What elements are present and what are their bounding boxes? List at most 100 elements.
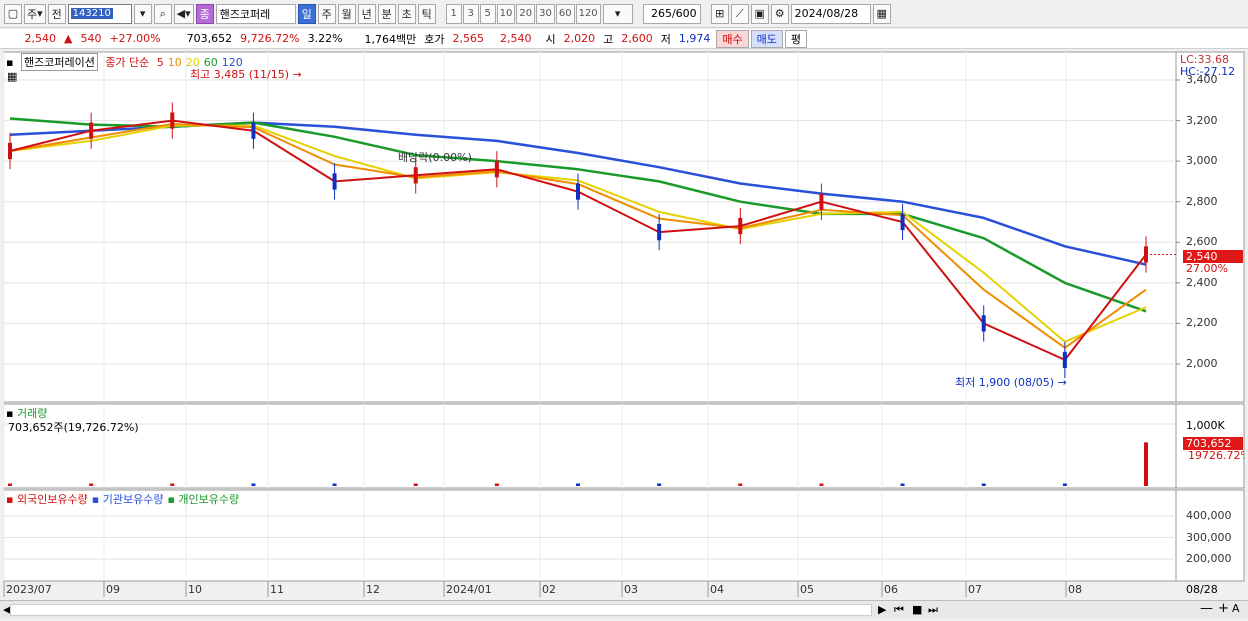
period-tab-1[interactable]: 주: [317, 3, 336, 24]
zoom-in-icon[interactable]: +: [1218, 601, 1229, 616]
calendar-icon[interactable]: ▦: [872, 3, 891, 24]
bid-price: 2,540: [500, 32, 532, 45]
volume-bar-10: [819, 483, 824, 486]
chart-scrollbar[interactable]: ◀ ▶ ⏮ ■ ⏭ — + A: [0, 600, 1248, 618]
price-tick-label-7: 2,000: [1186, 357, 1218, 370]
play-forward-icon[interactable]: ⏭: [928, 603, 938, 617]
volume-bar-4: [332, 483, 337, 486]
x-label-7: 03: [624, 583, 638, 596]
dividend-annotation: 배당락(0.00%): [398, 151, 472, 164]
price-tick-label-1: 3,200: [1186, 113, 1218, 127]
panel-menu-icon[interactable]: ▪: [6, 56, 13, 69]
period-tab-2[interactable]: 월: [337, 3, 356, 24]
stock-code-input[interactable]: 143210: [67, 3, 132, 24]
play-rewind-icon[interactable]: ⏮: [894, 603, 904, 617]
period-tab-4[interactable]: 분: [377, 3, 396, 24]
auto-scale-icon[interactable]: A: [1232, 602, 1240, 615]
stop-icon[interactable]: ■: [912, 603, 922, 616]
price-tick-label-4: 2,600: [1186, 235, 1218, 249]
count-field[interactable]: 265/600: [642, 3, 701, 24]
change-percent: +27.00%: [109, 32, 161, 45]
period-tab-6[interactable]: 틱: [417, 3, 436, 24]
minute-option-60[interactable]: 60: [555, 3, 575, 24]
stock-code-value: 143210: [70, 8, 113, 19]
volume-pct-tag: 19726.72%: [1188, 449, 1244, 462]
prev-button[interactable]: 전: [47, 3, 66, 24]
draw-line-icon[interactable]: ⟋: [730, 3, 749, 24]
group-badge[interactable]: 종: [195, 3, 214, 24]
date-field[interactable]: 2024/08/28: [790, 3, 871, 24]
candle-body-6: [494, 161, 499, 178]
eval-button[interactable]: 평: [784, 29, 808, 48]
chart-toolbar: ▢ 주 ▾ 전 143210 ▾ ⌕ ◀▾ 종 핸즈코퍼레 일주월년분초틱 135…: [0, 0, 1248, 28]
candle-body-9: [738, 217, 743, 235]
ma-period-5: 5: [156, 56, 164, 69]
chart-svg[interactable]: [0, 50, 1248, 621]
period-tab-5[interactable]: 초: [397, 3, 416, 24]
minute-option-1[interactable]: 1: [445, 3, 462, 24]
high-annotation-text: 최고 3,485 (11/15): [190, 68, 290, 81]
turnover-rate: 3.22%: [307, 32, 343, 45]
minute-options: 1 3 5 10 20 30 60 120: [445, 3, 601, 24]
candle-body-5: [413, 167, 418, 184]
volume-bar-3: [251, 483, 256, 486]
volume-bar-14: [1144, 442, 1148, 486]
candle-body-2: [170, 112, 175, 129]
chart-area[interactable]: ▪ 핸즈코퍼레이션 종가 단순 5 10 20 60 120 ▦ 최고 3,485 (1…: [0, 50, 1248, 621]
holding-legend-item-1: ▪ 기관보유수량: [91, 493, 164, 506]
layout-icon[interactable]: ▢: [4, 3, 22, 24]
stock-name-label: 핸즈코퍼레이션: [20, 53, 98, 71]
scroll-right-icon[interactable]: ▶: [878, 603, 886, 616]
volume-bar-13: [1062, 483, 1067, 486]
save-icon[interactable]: ▣: [750, 3, 769, 24]
trade-amount: 1,764백만: [364, 32, 417, 46]
price-tick-label-0: 3,400: [1186, 73, 1218, 86]
holding-tick-label-1: 300,000: [1186, 530, 1232, 544]
minute-option-30[interactable]: 30: [536, 3, 555, 24]
low-price: 1,974: [678, 32, 711, 45]
x-label-11: 07: [968, 583, 982, 596]
quote-label: 호가: [424, 32, 445, 46]
period-tab-3[interactable]: 년: [357, 3, 376, 24]
high-label: 고: [603, 32, 614, 46]
x-label-12: 08: [1068, 583, 1082, 596]
change-value: 540: [80, 32, 102, 45]
holding-legend: ▪ 외국인보유수량 ▪ 기관보유수량 ▪ 개인보유수량: [6, 491, 243, 507]
current-price: 2,540: [24, 32, 57, 45]
candle-body-0: [8, 142, 12, 160]
crosshair-icon[interactable]: ⊞: [710, 3, 729, 24]
candle-body-11: [900, 213, 905, 231]
volume-ratio: 9,726.72%: [240, 32, 300, 45]
x-label-10: 06: [884, 583, 898, 596]
dropdown-icon[interactable]: ▾: [133, 3, 152, 24]
axis-bg-0: [1175, 51, 1245, 403]
volume-bar-2: [170, 483, 175, 486]
minute-option-20[interactable]: 20: [516, 3, 536, 24]
minute-option-3[interactable]: 3: [462, 3, 479, 24]
volume-bar-6: [494, 483, 499, 486]
x-label-2: 10: [188, 583, 202, 596]
volume-bar-1: [89, 483, 94, 486]
buy-button[interactable]: 매수: [716, 29, 749, 48]
minute-option-5[interactable]: 5: [479, 3, 496, 24]
x-label-1: 09: [106, 583, 120, 596]
volume-bar-12: [981, 483, 986, 486]
ask-price: 2,565: [452, 32, 485, 45]
price-tick-label-3: 2,800: [1186, 194, 1218, 208]
volume-subtitle: 703,652주(19,726.72%): [8, 421, 139, 434]
grid-toggle-icon[interactable]: ▦: [7, 70, 17, 83]
x-label-4: 12: [366, 583, 380, 596]
minute-option-120[interactable]: 120: [575, 3, 601, 24]
zoom-out-icon[interactable]: —: [1200, 601, 1213, 616]
volume-bar-11: [900, 483, 905, 486]
scroll-track[interactable]: [10, 604, 872, 616]
period-tab-0[interactable]: 일: [297, 3, 316, 24]
sell-button[interactable]: 매도: [750, 29, 783, 48]
minute-option-10[interactable]: 10: [496, 3, 516, 24]
minute-dropdown[interactable]: ▾: [602, 3, 633, 24]
mode-select[interactable]: 주 ▾: [24, 3, 46, 24]
gear-icon[interactable]: ⚙: [770, 3, 789, 24]
search-icon[interactable]: ⌕: [153, 3, 172, 24]
sound-icon[interactable]: ◀▾: [173, 3, 194, 24]
candle-body-4: [332, 173, 337, 190]
